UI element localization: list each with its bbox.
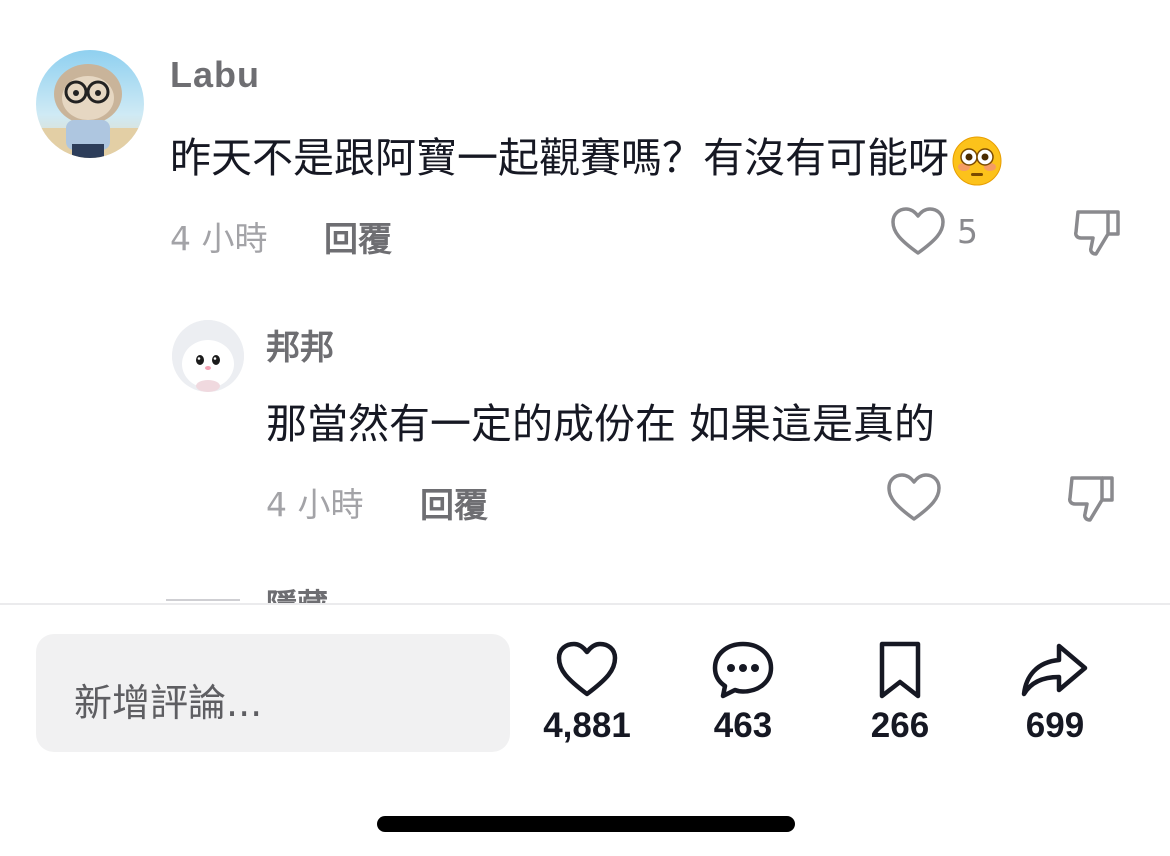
home-indicator[interactable] bbox=[377, 816, 795, 832]
comment-username[interactable]: 邦邦 bbox=[266, 320, 334, 369]
comment-like-count: 5 bbox=[957, 212, 978, 251]
comment-bubble-icon bbox=[712, 641, 774, 699]
dislike-icon[interactable] bbox=[1064, 470, 1120, 526]
bottom-bar-divider bbox=[0, 603, 1170, 605]
comment-timestamp: 4 小時 bbox=[266, 485, 364, 524]
comment-count: 463 bbox=[713, 706, 773, 745]
avatar[interactable] bbox=[172, 320, 244, 392]
reply-button[interactable]: 回覆 bbox=[324, 212, 392, 261]
share-arrow-icon bbox=[1021, 643, 1088, 697]
like-button[interactable]: 4,881 bbox=[527, 640, 647, 746]
bookmark-icon bbox=[879, 641, 921, 699]
heart-icon[interactable] bbox=[886, 472, 942, 524]
share-count: 699 bbox=[1025, 706, 1085, 745]
like-count: 4,881 bbox=[543, 706, 631, 745]
comment-timestamp: 4 小時 bbox=[170, 219, 268, 258]
comment-text-content: 昨天不是跟阿寶一起觀賽嗎？有沒有可能呀 bbox=[170, 134, 949, 182]
reply-button[interactable]: 回覆 bbox=[420, 478, 488, 527]
comment-text: 昨天不是跟阿寶一起觀賽嗎？有沒有可能呀 bbox=[170, 124, 1003, 187]
flushed-face-emoji-icon bbox=[951, 135, 1003, 187]
comment-input[interactable]: 新增評論... bbox=[36, 634, 510, 752]
dislike-icon[interactable] bbox=[1070, 204, 1126, 260]
share-button[interactable]: 699 bbox=[995, 640, 1115, 746]
comment-button[interactable]: 463 bbox=[683, 640, 803, 746]
chevron-up-icon: ︿ bbox=[354, 586, 376, 604]
heart-icon[interactable] bbox=[890, 206, 946, 258]
hide-replies-label: 隱藏 bbox=[266, 580, 328, 604]
hide-replies-toggle[interactable]: 隱藏 ︿ bbox=[166, 580, 426, 604]
comment-username[interactable]: Labu bbox=[170, 54, 260, 96]
comment-input-placeholder: 新增評論... bbox=[74, 681, 263, 725]
heart-icon bbox=[556, 641, 618, 697]
save-button[interactable]: 266 bbox=[840, 640, 960, 746]
comment-text: 那當然有一定的成份在 如果這是真的 bbox=[266, 400, 936, 448]
divider-line bbox=[166, 599, 240, 601]
avatar[interactable] bbox=[36, 50, 144, 158]
save-count: 266 bbox=[870, 706, 930, 745]
